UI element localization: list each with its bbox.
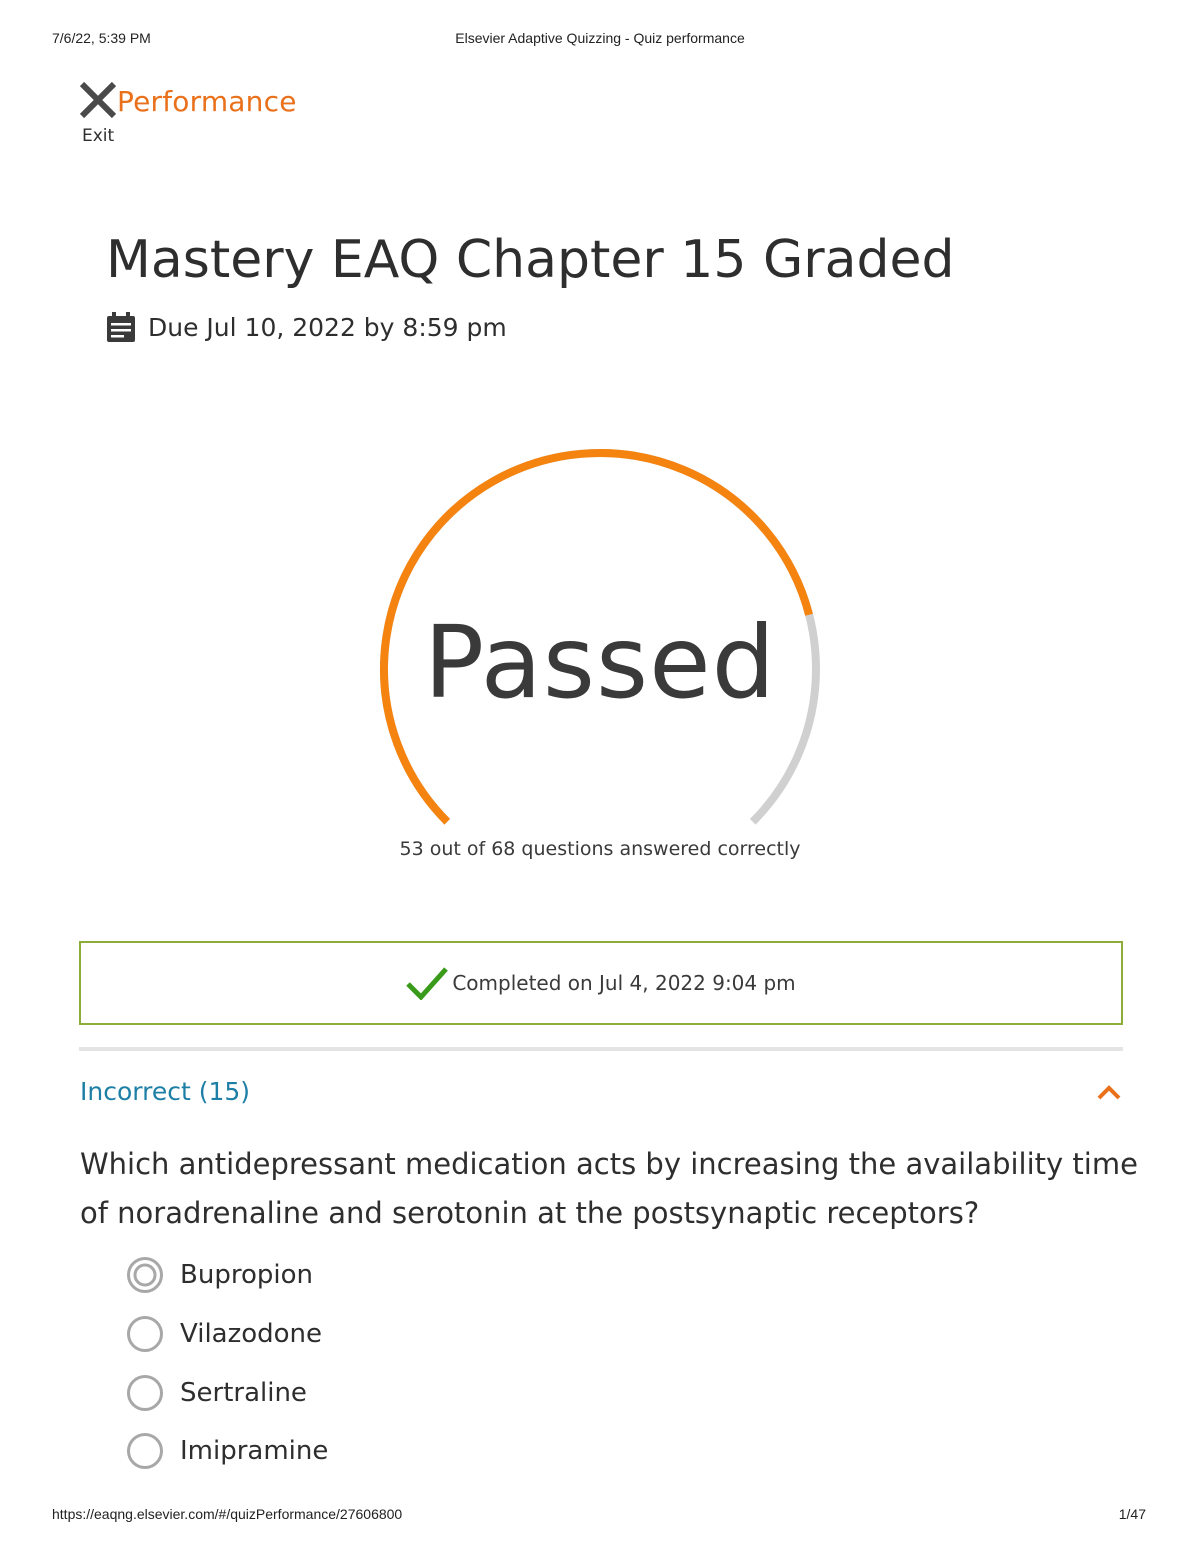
question-text: Which antidepressant medication acts by … <box>80 1147 1138 1230</box>
radio-icon[interactable] <box>126 1315 164 1353</box>
answer-option[interactable]: Bupropion <box>126 1246 726 1305</box>
score-gauge: Passed <box>370 444 830 844</box>
section-divider <box>79 1047 1123 1051</box>
quiz-title: Mastery EAQ Chapter 15 Graded <box>106 230 955 290</box>
score-summary: 53 out of 68 questions answered correctl… <box>399 838 801 860</box>
close-icon[interactable] <box>78 80 118 120</box>
due-text: Due Jul 10, 2022 by 8:59 pm <box>148 312 507 342</box>
answer-option-label: Vilazodone <box>180 1319 323 1350</box>
print-footer: https://eaqng.elsevier.com/#/quizPerform… <box>0 1506 1200 1526</box>
completion-text: Completed on Jul 4, 2022 9:04 pm <box>452 971 796 995</box>
checkmark-icon <box>406 967 449 1000</box>
answer-option[interactable]: Imipramine <box>126 1422 726 1481</box>
incorrect-section-toggle[interactable]: Incorrect (15) <box>80 1073 1124 1113</box>
answer-option-label: Bupropion <box>180 1260 313 1291</box>
exit-button[interactable]: Performance Exit <box>78 80 318 150</box>
answer-option-label: Imipramine <box>180 1436 329 1467</box>
chevron-up-icon[interactable] <box>1096 1083 1122 1101</box>
print-page-number: 1/47 <box>1118 1506 1146 1522</box>
print-url: https://eaqng.elsevier.com/#/quizPerform… <box>52 1506 403 1522</box>
due-date: Due Jul 10, 2022 by 8:59 pm <box>106 309 507 345</box>
print-header: 7/6/22, 5:39 PM Elsevier Adaptive Quizzi… <box>0 30 1200 50</box>
exit-label[interactable]: Exit <box>82 126 114 146</box>
answer-option[interactable]: Vilazodone <box>126 1305 726 1364</box>
answer-options: Bupropion Vilazodone Sertraline Imiprami… <box>126 1246 726 1481</box>
radio-icon[interactable] <box>126 1432 164 1470</box>
answer-option[interactable]: Sertraline <box>126 1363 726 1422</box>
radio-icon[interactable] <box>126 1374 164 1412</box>
radio-selected-icon[interactable] <box>126 1256 164 1294</box>
completion-banner: Completed on Jul 4, 2022 9:04 pm <box>79 941 1123 1025</box>
calendar-icon <box>107 312 135 342</box>
answer-option-label: Sertraline <box>180 1377 307 1408</box>
pass-status: Passed <box>423 604 777 721</box>
incorrect-section-title[interactable]: Incorrect (15) <box>80 1077 250 1106</box>
performance-title: Performance <box>117 85 297 118</box>
print-page-title: Elsevier Adaptive Quizzing - Quiz perfor… <box>455 30 745 46</box>
